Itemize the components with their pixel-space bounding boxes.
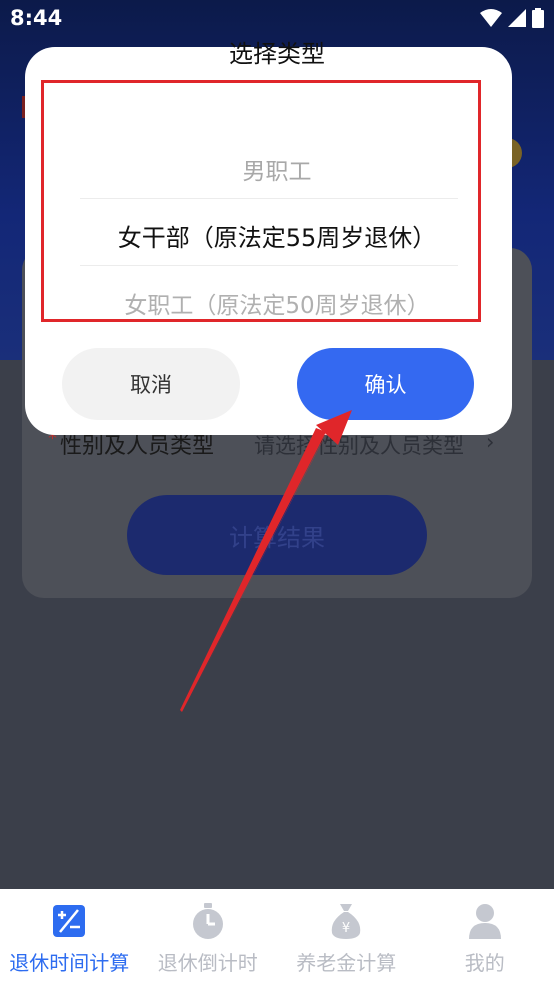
nav-item-mine[interactable]: 我的 — [416, 889, 554, 984]
picker-divider — [80, 265, 458, 266]
person-icon — [468, 904, 501, 939]
nav-label: 养老金计算 — [296, 951, 397, 975]
status-bar: 8:44 — [0, 0, 554, 36]
nav-label: 退休倒计时 — [157, 951, 258, 975]
field-label-text: 性别及人员类型 — [60, 434, 215, 459]
calculate-button[interactable]: 计算结果 — [127, 495, 427, 575]
picker-option-female-worker[interactable]: 女职工（原法定50周岁退休） — [0, 286, 554, 320]
confirm-button[interactable]: 确认 — [297, 348, 474, 420]
bottom-navigation: 退休时间计算 退休倒计时 ¥ 养老金计算 我的 — [0, 889, 554, 984]
picker-divider — [80, 198, 458, 199]
nav-label: 退休时间计算 — [9, 951, 130, 975]
nav-label: 我的 — [464, 951, 505, 975]
nav-item-retirement-calc[interactable]: 退休时间计算 — [0, 889, 139, 984]
nav-item-countdown[interactable]: 退休倒计时 — [139, 889, 278, 984]
status-time: 8:44 — [10, 6, 63, 30]
nav-item-pension-calc[interactable]: ¥ 养老金计算 — [277, 889, 416, 984]
signal-icon — [508, 9, 526, 27]
svg-text:¥: ¥ — [342, 921, 350, 936]
wifi-icon — [480, 9, 502, 27]
battery-icon — [532, 8, 544, 28]
picker-option-male-worker[interactable]: 男职工 — [0, 152, 554, 186]
stopwatch-icon — [192, 903, 223, 939]
money-bag-icon: ¥ — [332, 904, 361, 939]
calculator-icon — [53, 905, 86, 937]
picker-option-female-cadre[interactable]: 女干部（原法定55周岁退休） — [0, 218, 554, 253]
cancel-button[interactable]: 取消 — [62, 348, 240, 420]
dialog-title: 选择类型 — [229, 40, 325, 68]
